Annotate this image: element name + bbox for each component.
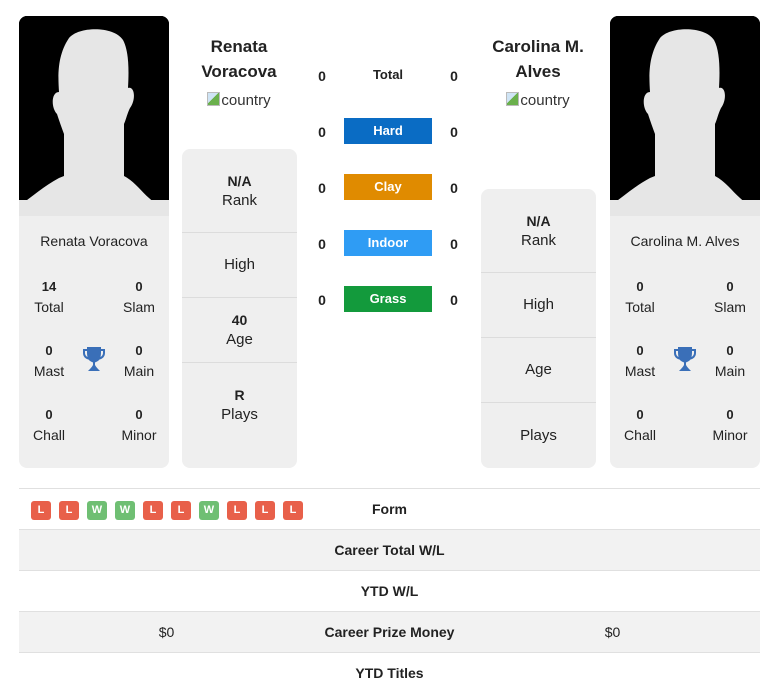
player-attributes-right: N/A Rank High Age Plays — [481, 189, 596, 468]
rank-cell-right: N/A Rank — [481, 189, 596, 273]
rank-cell-left: N/A Rank — [182, 149, 297, 233]
form-badge[interactable]: L — [31, 501, 51, 520]
age-cell-left: 40 Age — [182, 298, 297, 363]
row-label: YTD Titles — [355, 665, 424, 681]
table-row-form: L L W W L L W L L L Form — [19, 489, 760, 530]
surface-row-indoor: 0 Indoor 0 — [300, 230, 480, 258]
player-attributes-left: N/A Rank High 40 Age R Plays — [182, 149, 297, 468]
player-photo-right — [610, 16, 760, 216]
table-row: YTD Titles — [19, 653, 760, 694]
form-badge[interactable]: L — [227, 501, 247, 520]
high-cell-left: High — [182, 233, 297, 298]
stat-chall-left: 0 Chall — [33, 407, 65, 443]
form-badges-left: L L W W L L W L L L — [31, 501, 303, 520]
table-row: YTD W/L — [19, 571, 760, 612]
stat-mast-right: 0 Mast — [624, 343, 656, 379]
stat-main-right: 0 Main — [714, 343, 746, 379]
plays-cell-right: Plays — [520, 426, 557, 444]
form-badge[interactable]: L — [283, 501, 303, 520]
stat-chall-right: 0 Chall — [624, 407, 656, 443]
player-photo-left — [19, 16, 169, 216]
form-badge[interactable]: L — [143, 501, 163, 520]
row-label: Career Total W/L — [334, 542, 445, 558]
form-badge[interactable]: W — [87, 501, 107, 520]
high-cell-right: High — [481, 273, 596, 338]
surface-row-grass: 0 Grass 0 — [300, 286, 480, 314]
surface-row-clay: 0 Clay 0 — [300, 174, 480, 202]
stat-minor-left: 0 Minor — [121, 407, 157, 443]
stat-minor-right: 0 Minor — [712, 407, 748, 443]
form-badge[interactable]: L — [255, 501, 275, 520]
form-badge[interactable]: L — [59, 501, 79, 520]
surface-badge-hard[interactable]: Hard — [344, 118, 432, 144]
surface-row-hard: 0 Hard 0 — [300, 118, 480, 146]
silhouette-icon — [19, 16, 169, 216]
trophy-icon — [674, 347, 696, 371]
surface-row-total: 0 Total 0 — [300, 62, 480, 90]
country-flag-right: country — [463, 92, 613, 109]
trophy-icon — [83, 347, 105, 371]
comparison-table: L L W W L L W L L L Form Career Total W/… — [19, 488, 760, 694]
broken-image-icon — [207, 92, 221, 106]
silhouette-icon — [610, 16, 760, 216]
table-row: $0 Career Prize Money $0 — [19, 612, 760, 653]
stat-slam-right: 0 Slam — [714, 279, 746, 315]
plays-cell-left: R Plays — [221, 387, 258, 423]
form-badge[interactable]: L — [171, 501, 191, 520]
broken-image-icon — [506, 92, 520, 106]
form-badge[interactable]: W — [115, 501, 135, 520]
player-name-right: Carolina M. Alves — [630, 233, 740, 249]
stat-total-right: 0 Total — [625, 279, 655, 315]
player-heading-right[interactable]: Carolina M. Alves — [463, 34, 613, 84]
stat-slam-left: 0 Slam — [123, 279, 155, 315]
form-badge[interactable]: W — [199, 501, 219, 520]
surface-badge-grass[interactable]: Grass — [344, 286, 432, 312]
row-label: Form — [372, 501, 407, 517]
row-label: YTD W/L — [360, 583, 419, 599]
player-heading-left[interactable]: Renata Voracova — [164, 34, 314, 84]
surface-badge-indoor[interactable]: Indoor — [344, 230, 432, 256]
surface-badge-total: Total — [372, 67, 404, 82]
player-titles-card-right: Carolina M. Alves 0 Total 0 Slam 0 Mast … — [610, 216, 760, 468]
player-name-left: Renata Voracova — [40, 233, 148, 249]
stat-main-left: 0 Main — [123, 343, 155, 379]
stat-mast-left: 0 Mast — [33, 343, 65, 379]
stat-total-left: 14 Total — [34, 279, 64, 315]
row-label: Career Prize Money — [324, 624, 455, 640]
table-row: Career Total W/L — [19, 530, 760, 571]
country-flag-left: country — [164, 92, 314, 109]
player-titles-card-left: Renata Voracova 14 Total 0 Slam 0 Mast 0… — [19, 216, 169, 468]
age-cell-right: Age — [481, 338, 596, 403]
surface-badge-clay[interactable]: Clay — [344, 174, 432, 200]
